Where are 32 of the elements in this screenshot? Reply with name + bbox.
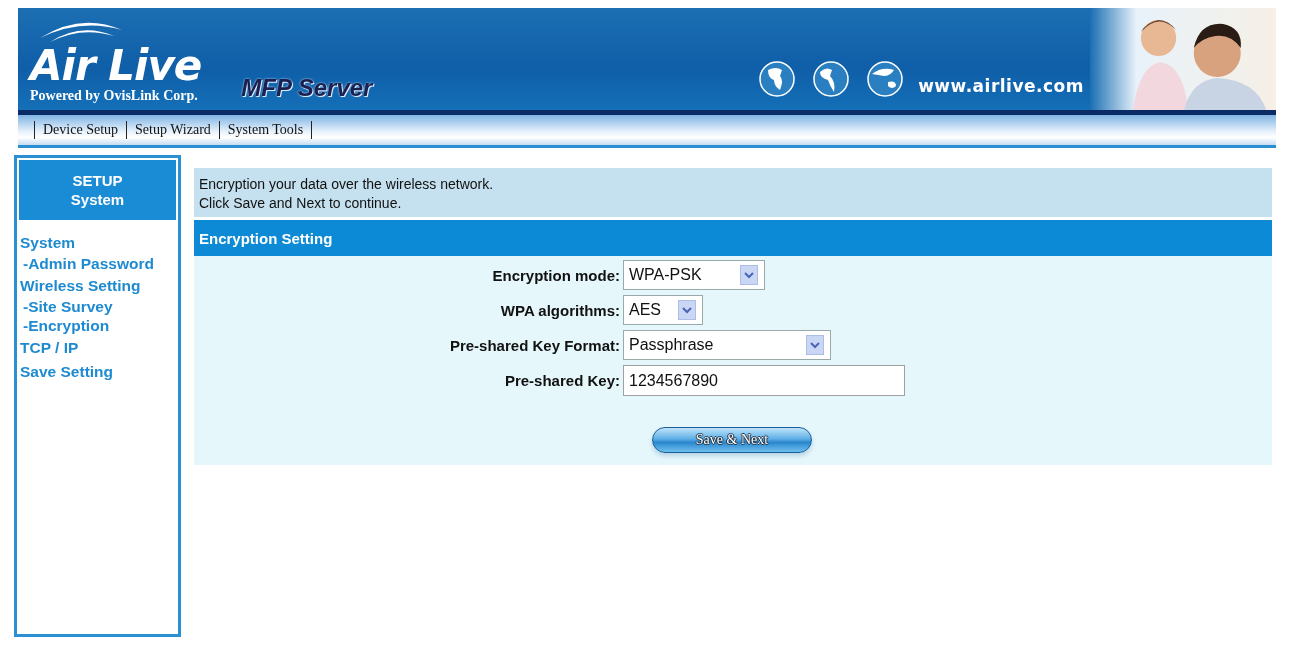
input-field[interactable]: 1234567890 (623, 365, 905, 396)
sidebar-subtitle: System (70, 190, 125, 209)
caret-icon (678, 300, 696, 320)
logo-tagline: Powered by OvisLink Corp. (30, 88, 198, 104)
intro-text: Encryption your data over the wireless network. (199, 175, 495, 194)
sidebar-link[interactable]: System (20, 233, 178, 252)
caret-icon (740, 265, 758, 285)
field-label: Pre-shared Key Format: (448, 336, 621, 354)
website-url[interactable]: www.airlive.com (918, 76, 1084, 96)
sidebar-link[interactable]: -Encryption (20, 316, 178, 335)
intro-text: Click Save and Next to continue. (199, 194, 403, 213)
sidebar-link[interactable]: TCP / IP (20, 338, 178, 357)
nav-link[interactable]: Setup Wizard (127, 122, 219, 138)
field-label: Encryption mode: (491, 266, 621, 284)
sidebar-link[interactable]: -Admin Password (20, 254, 178, 273)
caret-icon (806, 335, 824, 355)
section-title-text: Encryption Setting (199, 229, 333, 247)
sidebar-link[interactable]: Wireless Setting (20, 276, 178, 295)
nav-link[interactable]: System Tools (219, 122, 312, 138)
nav-link[interactable]: Device Setup (35, 122, 127, 138)
field-label: WPA algorithms: (499, 301, 621, 319)
select-field[interactable]: Passphrase (623, 330, 831, 360)
globe-icon (758, 60, 797, 98)
field-label: Pre-shared Key: (503, 372, 621, 389)
select-field[interactable]: AES (623, 295, 703, 325)
sidebar-link[interactable]: Save Setting (20, 362, 178, 381)
sidebar-link[interactable]: -Site Survey (20, 297, 178, 316)
globe-icon (866, 60, 905, 98)
sidebar-title: SETUP (72, 171, 123, 190)
product-name: MFP Server (241, 74, 373, 102)
globe-icon (812, 60, 851, 98)
select-field[interactable]: WPA-PSK (623, 260, 765, 290)
